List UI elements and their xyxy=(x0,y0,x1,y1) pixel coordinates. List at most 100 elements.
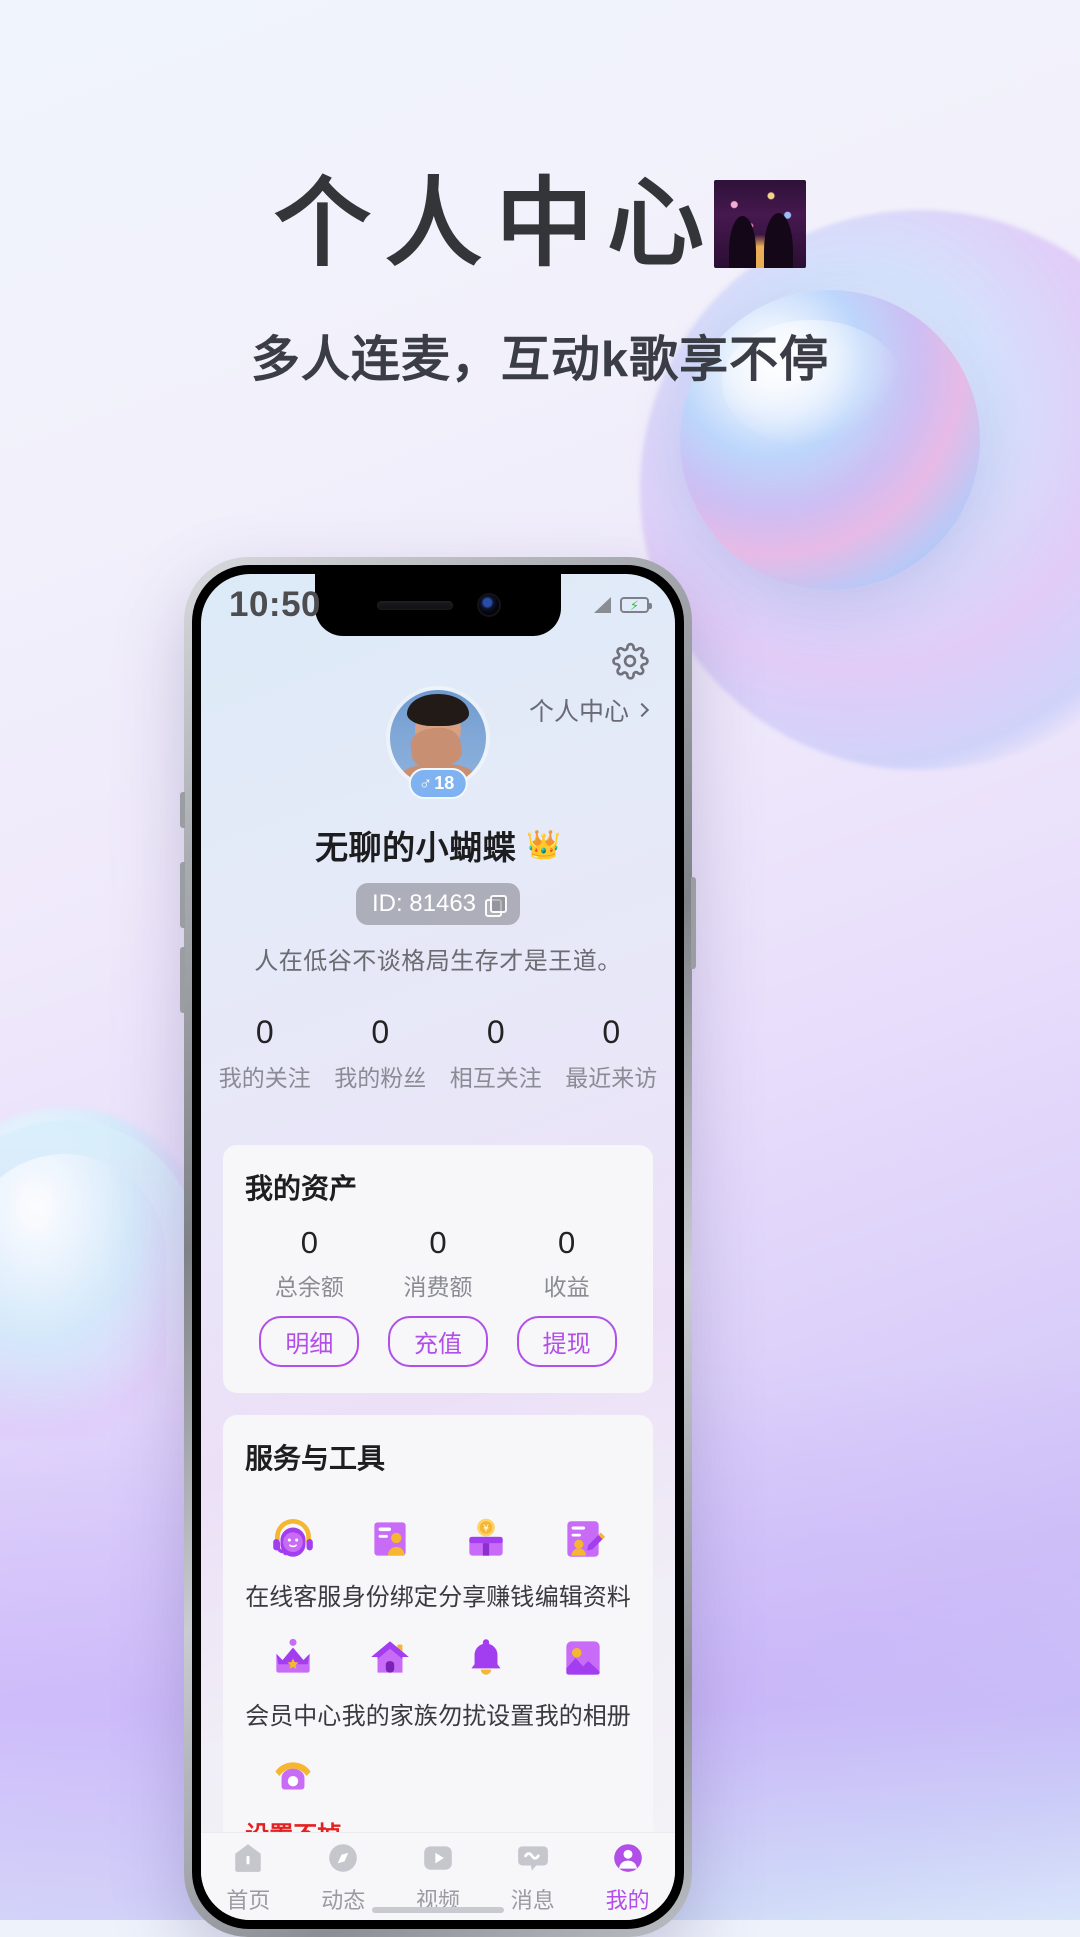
age-value: 18 xyxy=(434,773,455,793)
tool-item[interactable]: 我的相册 xyxy=(535,1630,632,1731)
asset-item: 0 消费额充值 xyxy=(374,1225,503,1367)
gear-icon[interactable] xyxy=(611,642,649,680)
tool-item[interactable]: 勿扰设置 xyxy=(438,1630,535,1731)
edit-profile-icon xyxy=(535,1511,632,1567)
asset-action-button[interactable]: 充值 xyxy=(388,1316,488,1367)
personal-center-label: 个人中心 xyxy=(528,698,629,726)
id-card-icon xyxy=(342,1511,439,1567)
title-char-3: 中 xyxy=(496,169,607,278)
tool-label: 我的家族 xyxy=(341,1703,438,1730)
gender-symbol: ♂ xyxy=(418,773,433,793)
crown-icon: 👑 xyxy=(526,829,561,860)
status-bar: 10:50 ⚡ xyxy=(201,574,675,636)
asset-value: 0 xyxy=(429,1225,447,1260)
crown-icon xyxy=(245,1630,342,1686)
asset-item: 0 收益提现 xyxy=(502,1225,631,1367)
tool-item[interactable]: 身份绑定 xyxy=(342,1511,439,1612)
tool-label: 在线客服 xyxy=(245,1584,342,1611)
assets-title: 我的资产 xyxy=(245,1173,358,1204)
user-bio: 人在低谷不谈格局生存才是王道。 xyxy=(254,948,622,975)
title-char-4: 心 xyxy=(607,169,718,278)
app-body: 个人中心 ♂ 18 无聊的小蝴蝶 👑 ID: 81463 人在低谷不谈格局生存才… xyxy=(201,636,675,1832)
stat-label: 我的关注 xyxy=(218,1065,311,1091)
signal-bars-icon xyxy=(594,597,611,613)
telephone-icon xyxy=(245,1749,342,1805)
tab-label: 我的 xyxy=(605,1888,650,1913)
avatar-hand xyxy=(408,725,464,771)
tool-label: 身份绑定 xyxy=(341,1584,438,1611)
battery-bolt-glyph: ⚡ xyxy=(629,597,640,613)
asset-value: 0 xyxy=(558,1225,576,1260)
asset-label: 消费额 xyxy=(403,1274,473,1300)
asset-action-button[interactable]: 明细 xyxy=(259,1316,360,1367)
title-char-2: 人 xyxy=(385,169,496,278)
phone-screen: 10:50 ⚡ 个人中心 ♂ 18 无聊的小蝴蝶 👑 ID: 81463 人在低… xyxy=(201,574,675,1920)
stats-row: 0 我的关注 0 我的粉丝 0 相互关注 0 最近来访 xyxy=(201,1014,675,1093)
avatar-hair xyxy=(407,693,469,727)
asset-label: 总余额 xyxy=(274,1274,344,1300)
stat-label: 最近来访 xyxy=(565,1065,658,1091)
phone-volume-up-button xyxy=(180,862,185,928)
stat-item[interactable]: 0 最近来访 xyxy=(554,1014,670,1093)
video-icon xyxy=(391,1838,486,1878)
stat-item[interactable]: 0 相互关注 xyxy=(438,1014,554,1093)
tool-label: 分享赚钱 xyxy=(438,1584,535,1611)
avatar-wrapper[interactable]: ♂ 18 xyxy=(386,686,490,799)
stat-value: 0 xyxy=(255,1014,274,1050)
stat-value: 0 xyxy=(486,1014,505,1050)
promo-header: 个 人 中 心 多人连麦，互动k歌享不停 xyxy=(0,175,1080,391)
promo-subtitle: 多人连麦，互动k歌享不停 xyxy=(250,333,830,387)
couple-photo-thumbnail xyxy=(714,179,806,268)
tab-home[interactable]: 首页 xyxy=(201,1838,296,1915)
home-icon xyxy=(201,1838,296,1878)
phone-volume-down-button xyxy=(180,947,185,1013)
tool-label: 我的相册 xyxy=(534,1703,631,1730)
tool-item[interactable]: 在线客服 xyxy=(245,1511,342,1612)
tab-video[interactable]: 视频 xyxy=(391,1838,486,1915)
tool-label: 设置不掉线 xyxy=(245,1815,342,1832)
compass-icon xyxy=(296,1838,391,1878)
tab-chat[interactable]: 消息 xyxy=(485,1838,580,1915)
phone-power-button xyxy=(691,877,696,969)
photo-album-icon xyxy=(535,1630,632,1686)
house-icon xyxy=(342,1630,439,1686)
page-title: 个 人 中 心 xyxy=(274,175,806,272)
tool-item[interactable]: 编辑资料 xyxy=(535,1511,632,1612)
chat-icon xyxy=(485,1838,580,1878)
headset-support-icon xyxy=(245,1511,342,1567)
asset-action-button[interactable]: 提现 xyxy=(516,1316,617,1367)
profile-icon xyxy=(580,1838,675,1878)
tool-item[interactable]: 我的家族 xyxy=(342,1630,439,1731)
settings-row xyxy=(201,636,675,680)
stat-value: 0 xyxy=(371,1014,390,1050)
stat-item[interactable]: 0 我的关注 xyxy=(207,1014,323,1093)
stat-label: 我的粉丝 xyxy=(334,1065,427,1091)
asset-label: 收益 xyxy=(543,1274,590,1300)
tool-item[interactable]: 会员中心 xyxy=(245,1630,342,1731)
stat-item[interactable]: 0 我的粉丝 xyxy=(323,1014,439,1093)
user-id-badge[interactable]: ID: 81463 xyxy=(355,883,521,925)
personal-center-link[interactable]: 个人中心 xyxy=(528,692,650,728)
home-indicator xyxy=(372,1907,504,1913)
tab-compass[interactable]: 动态 xyxy=(296,1838,391,1915)
tool-item[interactable]: ¥ 分享赚钱 xyxy=(438,1511,535,1612)
tool-label: 勿扰设置 xyxy=(438,1703,535,1730)
chevron-right-icon xyxy=(634,702,650,718)
copy-icon[interactable] xyxy=(485,894,508,917)
status-time: 10:50 xyxy=(229,585,322,624)
assets-row: 0 总余额 明细 0 消费额 充值 0 收益 提现 xyxy=(245,1225,631,1367)
tool-item[interactable]: 设置不掉线 xyxy=(245,1749,342,1832)
username: 无聊的小蝴蝶 xyxy=(315,829,517,866)
battery-charging-icon: ⚡ xyxy=(620,597,652,613)
phone-mute-switch xyxy=(180,792,185,828)
tab-profile[interactable]: 我的 xyxy=(580,1838,675,1915)
status-indicators: ⚡ xyxy=(594,597,652,613)
tab-label: 首页 xyxy=(226,1888,271,1913)
tools-title: 服务与工具 xyxy=(245,1443,386,1474)
bell-icon xyxy=(438,1630,535,1686)
asset-item: 0 总余额 明细 xyxy=(245,1225,374,1367)
title-char-1: 个 xyxy=(274,169,385,278)
tools-grid: 在线客服 身份绑定 ¥ 分享赚钱 编辑资料 会员中心 我的家族 勿扰设置 我的相… xyxy=(245,1493,631,1832)
assets-card: 我的资产 0 总余额 明细 0 消费额 充值 0 收益 提现 xyxy=(223,1145,653,1393)
money-bag-icon: ¥ xyxy=(438,1511,535,1567)
